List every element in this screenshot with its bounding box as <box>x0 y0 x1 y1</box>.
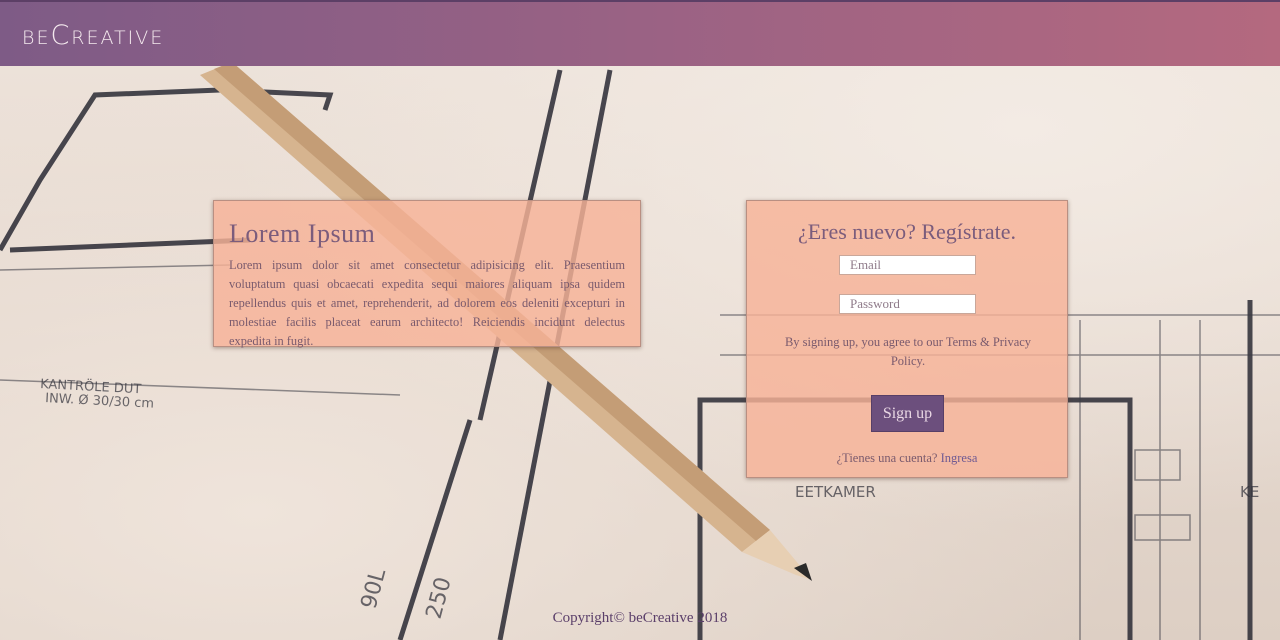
svg-text:90L: 90L <box>357 565 392 611</box>
signup-title: ¿Eres nuevo? Regístrate. <box>797 219 1017 244</box>
footer-copyright: Copyright© beCreative 2018 <box>552 610 728 626</box>
svg-text:EETKAMER: EETKAMER <box>795 483 876 501</box>
login-prompt-text: ¿Tienes una cuenta? <box>836 451 938 465</box>
password-input[interactable] <box>839 294 976 314</box>
info-card-body: Lorem ipsum dolor sit amet consectetur a… <box>229 258 625 348</box>
brand-logo[interactable]: beCreative <box>22 20 164 51</box>
sign-up-button[interactable]: Sign up <box>871 395 944 432</box>
terms-text: By signing up, you agree to our Terms & … <box>784 335 1032 368</box>
top-navbar: beCreative <box>0 0 1280 66</box>
svg-text:KE: KE <box>1240 483 1259 501</box>
signup-card: ¿Eres nuevo? Regístrate. By signing up, … <box>746 200 1068 478</box>
login-link[interactable]: Ingresa <box>941 451 978 465</box>
email-input[interactable] <box>839 255 976 275</box>
login-prompt-line: ¿Tienes una cuenta? Ingresa <box>747 451 1067 466</box>
info-card-title: Lorem Ipsum <box>229 219 376 248</box>
info-card: Lorem Ipsum Lorem ipsum dolor sit amet c… <box>213 200 641 348</box>
